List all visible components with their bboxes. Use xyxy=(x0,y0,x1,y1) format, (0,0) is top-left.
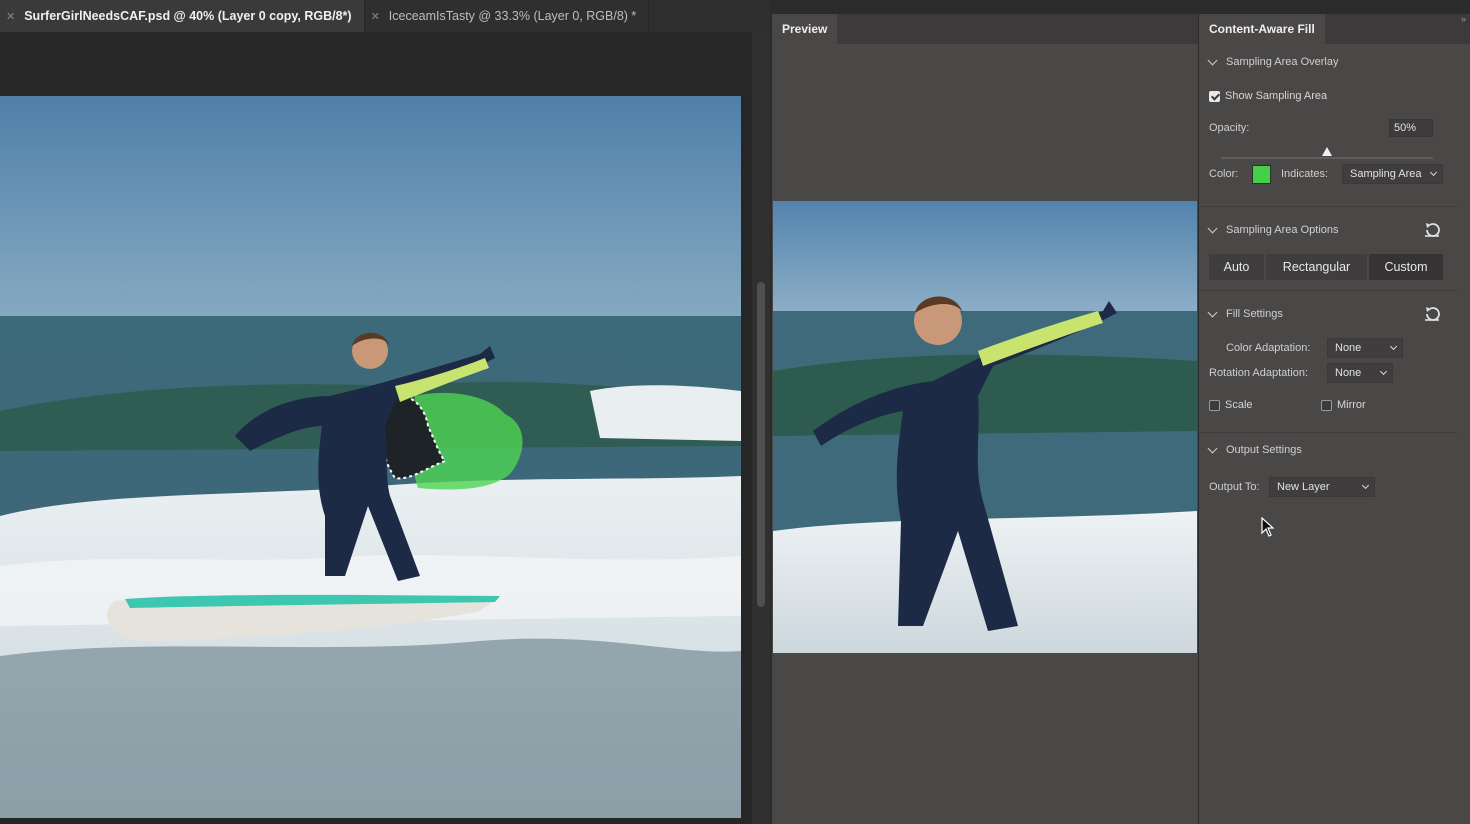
color-label: Color: xyxy=(1209,168,1239,180)
chevron-down-icon xyxy=(1207,55,1218,65)
preview-image[interactable] xyxy=(773,201,1197,653)
caret-down-icon xyxy=(1429,168,1438,177)
auto-button[interactable]: Auto xyxy=(1209,254,1264,280)
document-image[interactable] xyxy=(0,96,741,818)
section-title: Sampling Area Overlay xyxy=(1226,56,1339,68)
tab-label: IceceamIsTasty @ 33.3% (Layer 0, RGB/8) … xyxy=(388,9,637,23)
opacity-input[interactable]: 50% xyxy=(1389,119,1433,137)
divider xyxy=(1199,206,1457,207)
indicates-dropdown[interactable]: Sampling Area xyxy=(1342,164,1443,184)
scrollbar-thumb[interactable] xyxy=(757,282,765,607)
section-title: Sampling Area Options xyxy=(1226,224,1339,236)
panel-menu-icon[interactable]: » xyxy=(1461,14,1466,24)
scale-checkbox[interactable]: Scale xyxy=(1209,399,1253,411)
checkbox-label: Show Sampling Area xyxy=(1225,90,1328,102)
checkbox-label: Mirror xyxy=(1337,399,1366,411)
mouse-cursor-icon xyxy=(1261,517,1275,537)
color-adaptation-dropdown[interactable]: None xyxy=(1327,338,1403,358)
output-to-dropdown[interactable]: New Layer xyxy=(1269,477,1375,497)
rectangular-button[interactable]: Rectangular xyxy=(1266,254,1367,280)
overlay-color-swatch[interactable] xyxy=(1252,165,1271,184)
tab-preview[interactable]: Preview xyxy=(772,14,838,44)
opacity-slider-track[interactable] xyxy=(1221,157,1433,159)
checkbox-icon[interactable] xyxy=(1209,399,1220,411)
chevron-down-icon xyxy=(1207,223,1218,233)
tab-iceceam[interactable]: ✕ IceceamIsTasty @ 33.3% (Layer 0, RGB/8… xyxy=(365,0,650,32)
section-fill-settings[interactable]: Fill Settings xyxy=(1207,307,1283,320)
custom-button[interactable]: Custom xyxy=(1369,254,1443,280)
section-title: Fill Settings xyxy=(1226,308,1283,320)
section-sampling-area-overlay[interactable]: Sampling Area Overlay xyxy=(1207,55,1339,68)
canvas-scrollbar[interactable] xyxy=(752,32,770,824)
checkbox-label: Scale xyxy=(1225,399,1253,411)
preview-panel: Preview xyxy=(772,14,1198,824)
opacity-slider-thumb[interactable] xyxy=(1322,147,1332,156)
mirror-checkbox[interactable]: Mirror xyxy=(1321,399,1366,411)
dropdown-value: None xyxy=(1335,367,1362,379)
preview-tab-bar: Preview xyxy=(772,14,1198,44)
sampling-mode-segmented-control: Auto Rectangular Custom xyxy=(1209,254,1443,280)
opacity-label: Opacity: xyxy=(1209,122,1250,134)
tab-surfergirl[interactable]: ✕ SurferGirlNeedsCAF.psd @ 40% (Layer 0 … xyxy=(0,0,365,32)
canvas-pasteboard xyxy=(0,32,752,96)
caf-tab-bar: Content-Aware Fill xyxy=(1199,14,1470,44)
tab-content-aware-fill[interactable]: Content-Aware Fill xyxy=(1199,14,1325,44)
rotation-adaptation-dropdown[interactable]: None xyxy=(1327,363,1393,383)
section-output-settings[interactable]: Output Settings xyxy=(1207,443,1302,456)
dropdown-value: Sampling Area xyxy=(1350,168,1422,180)
dropdown-value: None xyxy=(1335,342,1362,354)
color-adaptation-label: Color Adaptation: xyxy=(1226,342,1311,354)
reset-icon[interactable] xyxy=(1422,305,1442,323)
photoshop-window: ✕ SurferGirlNeedsCAF.psd @ 40% (Layer 0 … xyxy=(0,0,1470,824)
chevron-down-icon xyxy=(1207,307,1218,317)
divider xyxy=(1199,432,1457,433)
tab-label: SurferGirlNeedsCAF.psd @ 40% (Layer 0 co… xyxy=(24,9,352,23)
chevron-down-icon xyxy=(1207,443,1218,453)
rotation-adaptation-label: Rotation Adaptation: xyxy=(1209,367,1309,379)
reset-icon[interactable] xyxy=(1422,221,1442,239)
close-icon[interactable]: ✕ xyxy=(371,10,380,23)
show-sampling-area-checkbox[interactable]: Show Sampling Area xyxy=(1209,90,1327,102)
checkbox-icon[interactable] xyxy=(1209,90,1220,102)
section-title: Output Settings xyxy=(1226,444,1302,456)
dropdown-value: New Layer xyxy=(1277,481,1330,493)
divider xyxy=(1199,290,1457,291)
section-sampling-area-options[interactable]: Sampling Area Options xyxy=(1207,223,1339,236)
output-to-label: Output To: xyxy=(1209,481,1260,493)
content-aware-fill-panel: » Content-Aware Fill Sampling Area Overl… xyxy=(1199,14,1470,824)
document-tab-bar: ✕ SurferGirlNeedsCAF.psd @ 40% (Layer 0 … xyxy=(0,0,770,32)
caret-down-icon xyxy=(1379,367,1388,376)
checkbox-icon[interactable] xyxy=(1321,399,1332,411)
caret-down-icon xyxy=(1389,342,1398,351)
close-icon[interactable]: ✕ xyxy=(6,10,15,23)
caret-down-icon xyxy=(1361,481,1370,490)
indicates-label: Indicates: xyxy=(1281,168,1329,180)
